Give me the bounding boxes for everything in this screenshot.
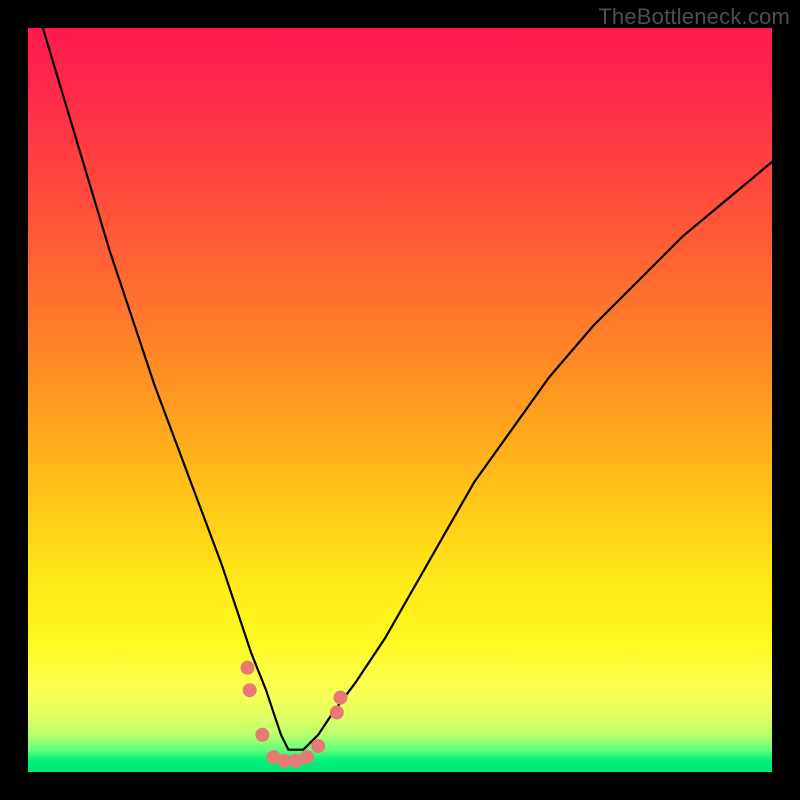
curve-layer (28, 28, 772, 772)
marker-dot (255, 728, 269, 742)
watermark-text: TheBottleneck.com (598, 4, 790, 30)
marker-dot (241, 661, 255, 675)
marker-dot (334, 691, 348, 705)
marker-dots-group (241, 661, 348, 768)
chart-frame: TheBottleneck.com (0, 0, 800, 800)
plot-area (28, 28, 772, 772)
marker-dot (300, 750, 314, 764)
marker-dot (243, 683, 257, 697)
marker-dot (311, 739, 325, 753)
marker-dot (330, 706, 344, 720)
bottleneck-curve (43, 28, 772, 750)
